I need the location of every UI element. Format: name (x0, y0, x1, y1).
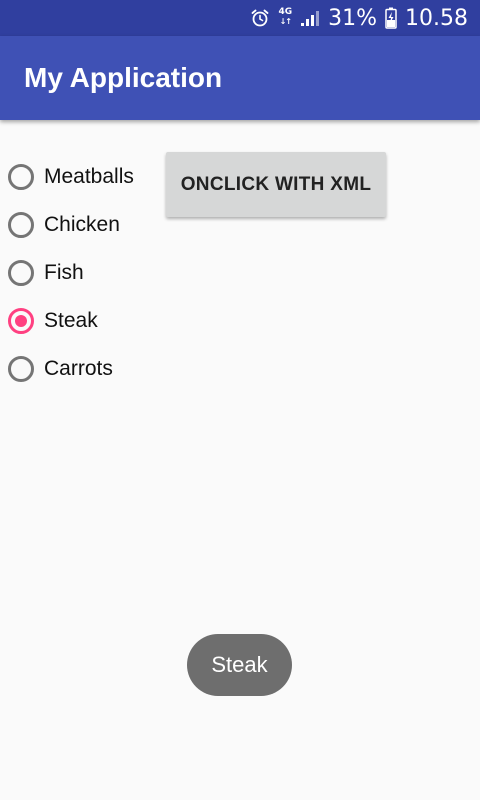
radio-label: Chicken (44, 213, 120, 236)
alarm-icon (250, 8, 270, 28)
battery-charging-icon (385, 7, 397, 29)
radio-label: Fish (44, 261, 84, 284)
network-label: 4G (278, 7, 293, 17)
app-title: My Application (24, 62, 223, 93)
toast-message: Steak (187, 634, 292, 696)
radio-option-chicken[interactable]: Chicken (8, 201, 134, 249)
clock-time: 10.58 (405, 5, 468, 31)
radio-button-icon[interactable] (8, 164, 34, 190)
status-icons: 4G ↓↑ 31% 10.58 (250, 0, 468, 36)
radio-group: Meatballs Chicken Fish Steak Carrots (8, 153, 134, 393)
radio-option-steak[interactable]: Steak (8, 297, 134, 345)
app-screen: 4G ↓↑ 31% 10.58 My Application Meatballs… (0, 0, 480, 800)
radio-option-fish[interactable]: Fish (8, 249, 134, 297)
signal-icon (300, 9, 320, 27)
battery-percent: 31% (328, 5, 378, 31)
radio-button-icon[interactable] (8, 356, 34, 382)
radio-option-carrots[interactable]: Carrots (8, 345, 134, 393)
radio-button-icon[interactable] (8, 212, 34, 238)
radio-label: Carrots (44, 357, 113, 380)
radio-label: Meatballs (44, 165, 134, 188)
app-bar: My Application (0, 36, 480, 120)
radio-option-meatballs[interactable]: Meatballs (8, 153, 134, 201)
status-bar: 4G ↓↑ 31% 10.58 (0, 0, 480, 36)
radio-button-icon[interactable] (8, 260, 34, 286)
radio-button-checked-icon[interactable] (8, 308, 34, 334)
radio-label: Steak (44, 309, 98, 332)
onclick-xml-button[interactable]: ONCLICK WITH XML (166, 152, 386, 217)
network-4g-icon: 4G ↓↑ (278, 7, 293, 27)
